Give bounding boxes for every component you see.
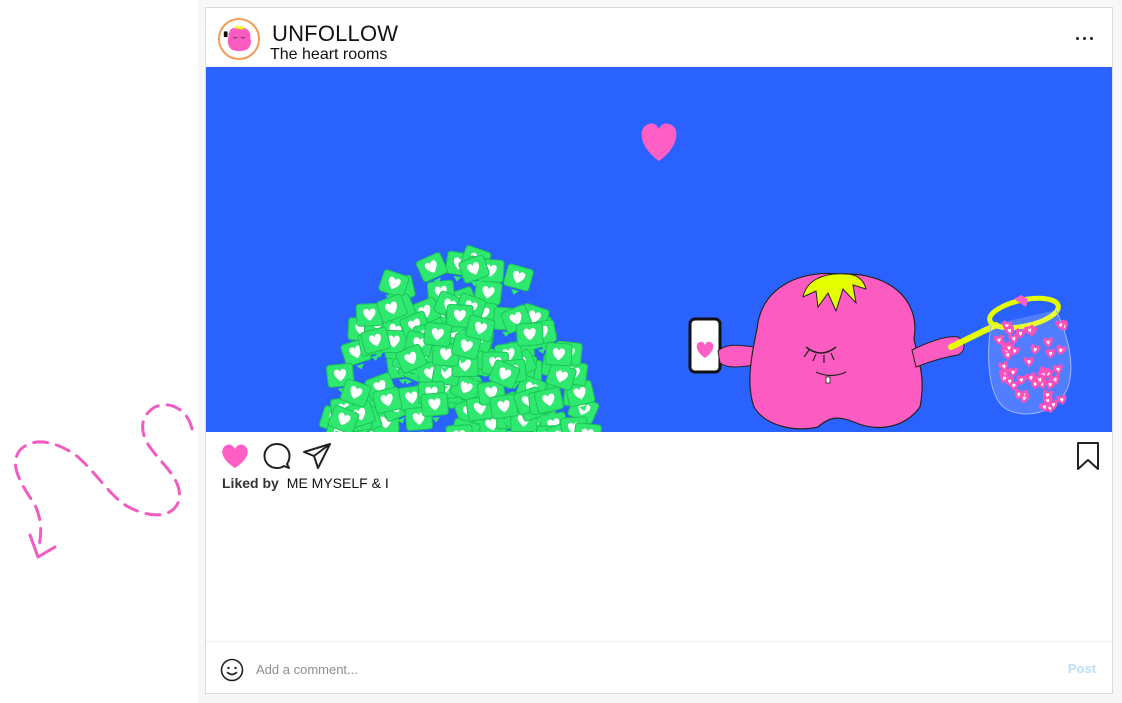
liked-by-user[interactable]: ME MYSELF & I (287, 475, 389, 491)
more-horizontal-icon (1076, 37, 1079, 40)
butterfly-net (948, 295, 1072, 415)
comment-input[interactable] (256, 658, 1036, 680)
username[interactable]: UNFOLLOW (272, 22, 398, 46)
post-image[interactable] (206, 67, 1112, 432)
post-comment-button[interactable]: Post (1068, 661, 1096, 676)
dashed-arrow-doodle (14, 403, 194, 559)
action-bar (206, 432, 1112, 472)
save-button[interactable] (1074, 440, 1102, 472)
avatar[interactable] (218, 18, 260, 60)
liked-by-label: Liked by (222, 475, 279, 491)
liked-by-row: Liked by ME MYSELF & I (222, 475, 389, 491)
like-tile (572, 422, 603, 432)
more-dot (1090, 37, 1093, 40)
bookmark-icon (1077, 442, 1099, 470)
comment-button[interactable] (261, 440, 293, 472)
phone (688, 317, 722, 374)
comment-bubble-icon (263, 443, 291, 469)
like-tile (500, 262, 535, 299)
more-options-button[interactable] (1074, 32, 1096, 44)
paper-plane-icon (303, 443, 331, 469)
like-pile (316, 244, 603, 432)
location-label[interactable]: The heart rooms (270, 46, 387, 64)
pink-monster (717, 272, 965, 430)
illustration (316, 123, 1072, 432)
like-button[interactable] (219, 440, 251, 472)
like-tile (445, 424, 474, 432)
share-button[interactable] (301, 440, 333, 472)
smiley-icon (220, 658, 244, 682)
instagram-post: UNFOLLOW The heart rooms Liked by ME MYS… (205, 7, 1113, 694)
more-dot (1083, 37, 1086, 40)
comment-bar: Post (206, 641, 1112, 693)
emoji-button[interactable] (220, 658, 244, 682)
floating-heart (641, 123, 677, 161)
post-header: UNFOLLOW The heart rooms (206, 8, 1112, 67)
heart-filled-icon (222, 444, 248, 468)
monster-avatar-icon (220, 20, 258, 58)
